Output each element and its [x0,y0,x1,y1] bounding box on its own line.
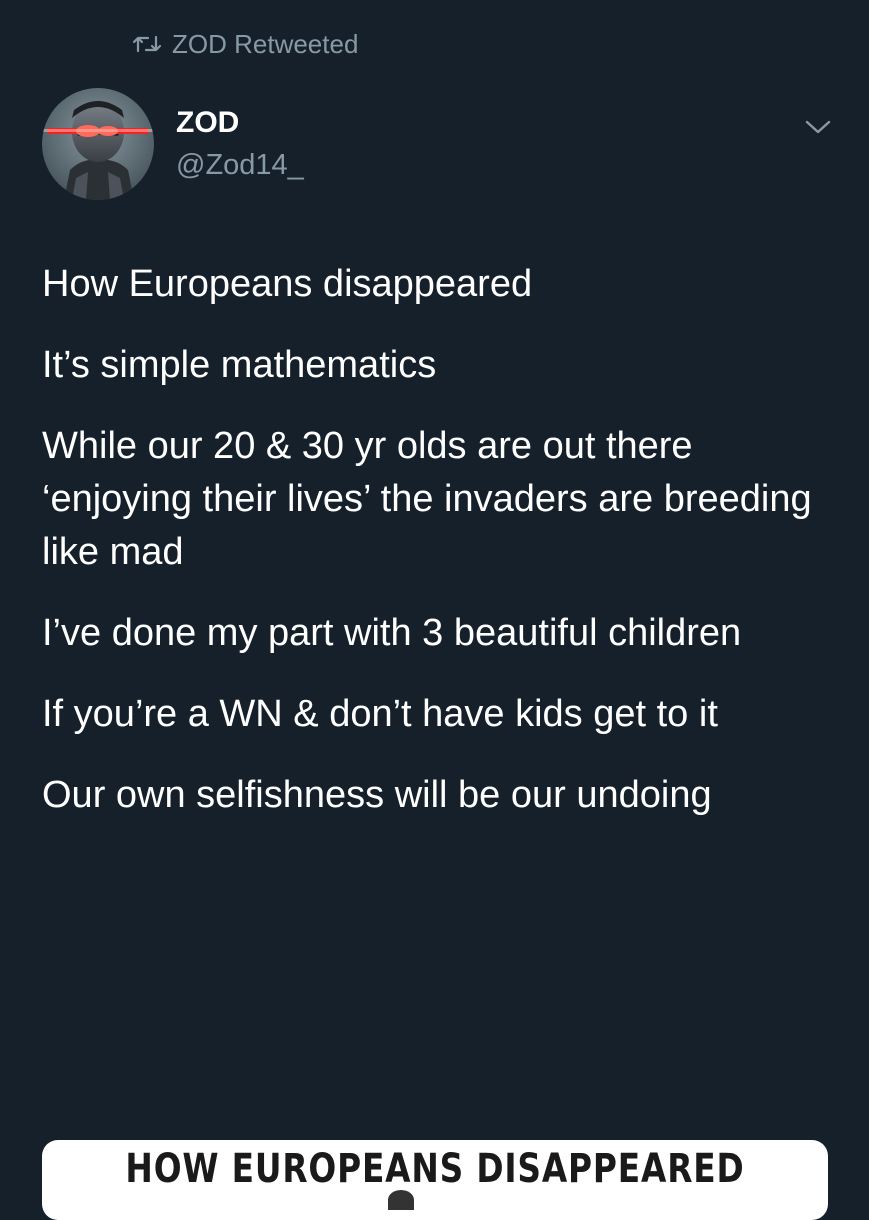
tweet-paragraph: Our own selfishness will be our undoing [42,774,712,816]
tweet-paragraph: If you’re a WN & don’t have kids get to … [42,693,718,735]
retweet-icon [132,33,162,55]
author-name[interactable]: ZOD [176,106,239,140]
tweet-paragraph: How Europeans disappeared [42,263,533,305]
retweet-label: ZOD Retweeted [172,28,359,59]
tweet-paragraph: While our 20 & 30 yr olds are out there … [42,425,812,573]
media-title: HOW EUROPEANS DISAPPEARED [125,1146,745,1192]
tweet-paragraph: I’ve done my part with 3 beautiful child… [42,612,742,654]
avatar[interactable] [42,88,154,200]
tweet-media[interactable]: HOW EUROPEANS DISAPPEARED [42,1140,828,1220]
retweet-indicator: ZOD Retweeted [132,28,358,60]
media-figure [388,1190,414,1210]
author-handle[interactable]: @Zod14_ [176,149,304,182]
tweet-text: How Europeans disappeared It’s simple ma… [42,258,842,850]
chevron-down-icon[interactable] [800,113,836,141]
tweet-paragraph: It’s simple mathematics [42,344,437,386]
